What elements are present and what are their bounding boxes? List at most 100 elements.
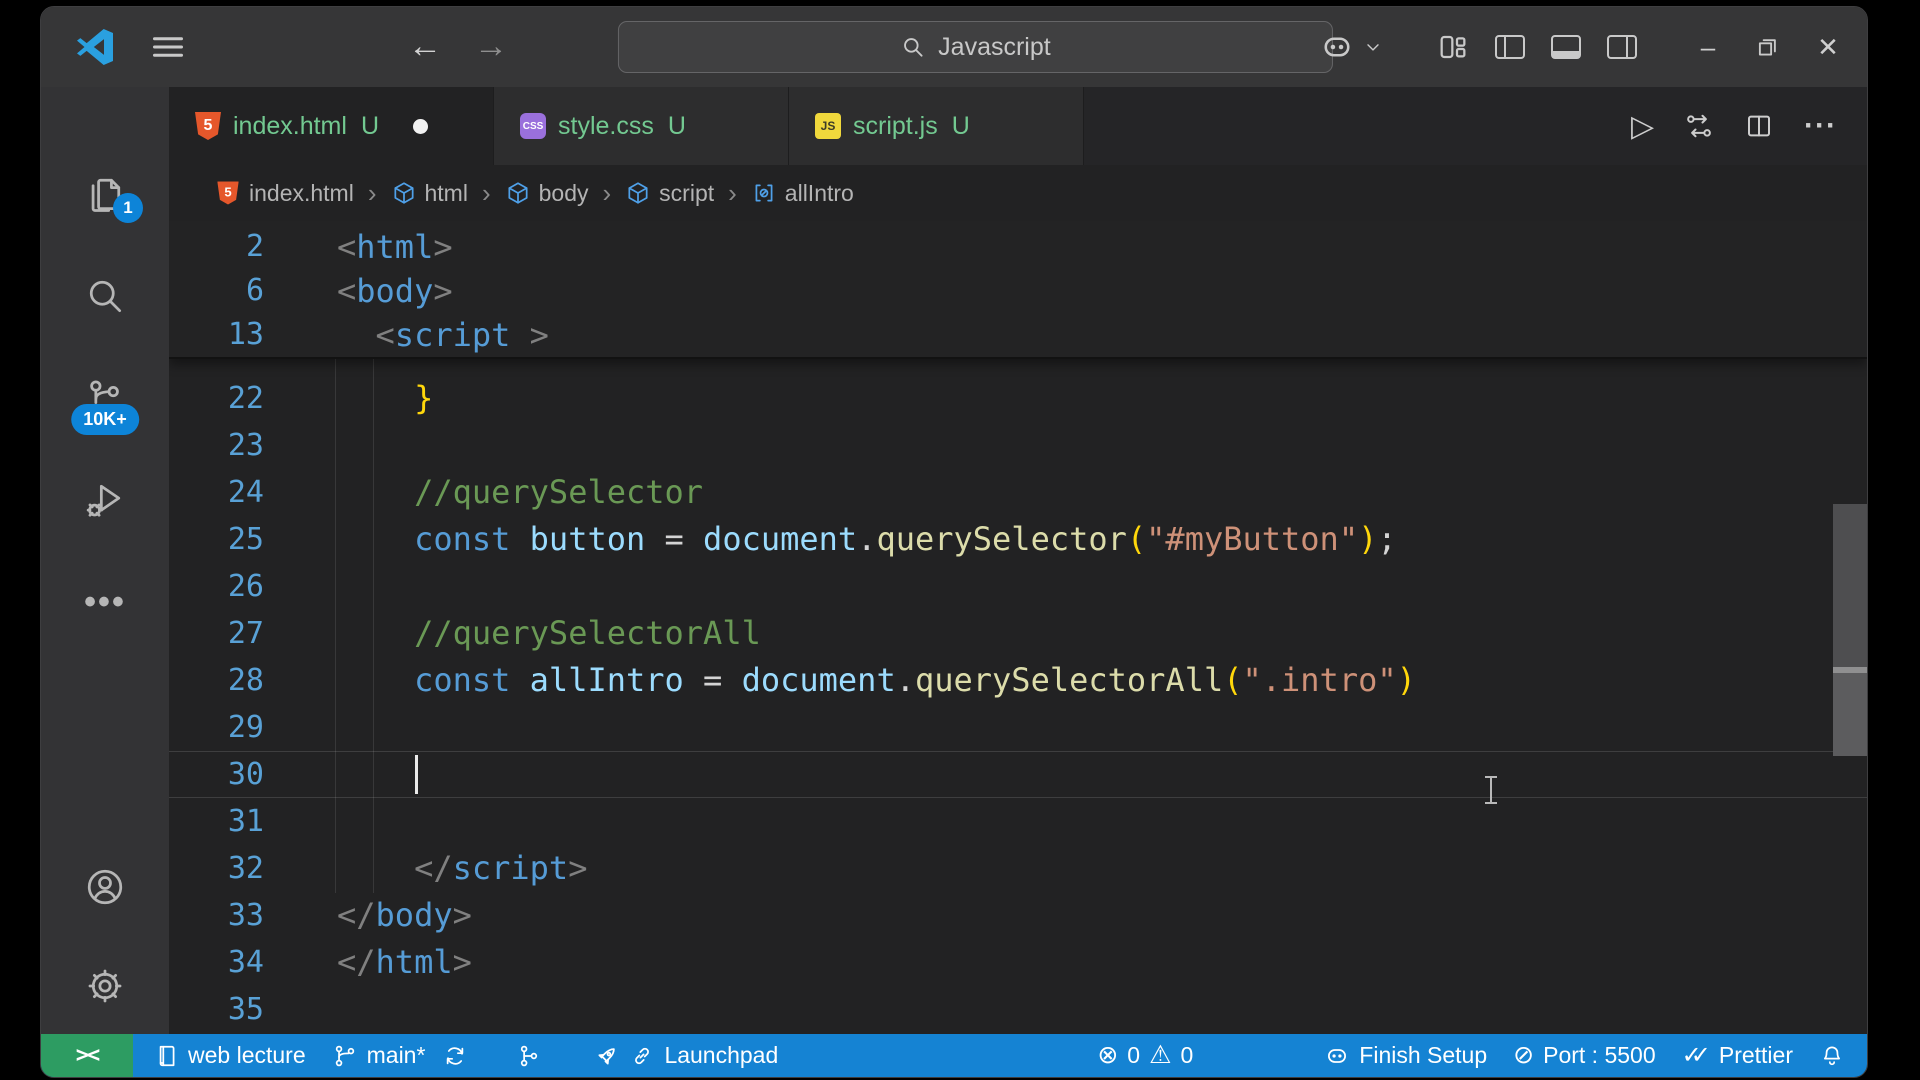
search-button[interactable] bbox=[41, 245, 169, 347]
split-editor-icon[interactable] bbox=[1744, 111, 1774, 141]
git-branch-item[interactable]: main* bbox=[319, 1034, 430, 1077]
code-line[interactable]: 22 } bbox=[169, 375, 1867, 422]
code-line[interactable]: 23 bbox=[169, 422, 1867, 469]
editor[interactable]: 2<html>6<body>13 <script > 22 }2324 //qu… bbox=[169, 221, 1867, 1034]
line-content: //querySelector bbox=[264, 469, 703, 516]
live-server-port-item[interactable]: ⊘ Port : 5500 bbox=[1500, 1034, 1668, 1077]
breadcrumb: 5 index.html › html › body › script bbox=[169, 165, 1867, 221]
line-number: 26 bbox=[169, 563, 264, 610]
command-search-input[interactable]: Javascript bbox=[618, 21, 1333, 73]
html5-icon: 5 bbox=[195, 112, 221, 140]
toggle-sidebar-icon[interactable] bbox=[1495, 35, 1525, 59]
code-line[interactable]: 32 </script> bbox=[169, 845, 1867, 892]
breadcrumb-html[interactable]: html bbox=[391, 180, 468, 207]
sticky-line[interactable]: 13 <script > bbox=[169, 313, 1867, 357]
back-arrow-button[interactable]: ← bbox=[403, 23, 447, 69]
breadcrumb-allintro[interactable]: allIntro bbox=[751, 180, 854, 207]
double-check-icon: ✓✓ bbox=[1682, 1041, 1710, 1070]
line-content bbox=[264, 986, 337, 1033]
line-content: </html> bbox=[264, 939, 472, 986]
breadcrumb-file[interactable]: 5 index.html bbox=[215, 179, 354, 207]
account-button[interactable] bbox=[41, 836, 169, 938]
toggle-secondary-sidebar-icon[interactable] bbox=[1607, 35, 1637, 59]
line-number: 22 bbox=[169, 375, 264, 422]
warning-icon: ⚠ bbox=[1149, 1043, 1171, 1068]
explorer-button[interactable]: 1 bbox=[41, 143, 169, 245]
line-number: 24 bbox=[169, 469, 264, 516]
tab-script-js[interactable]: JS script.js U bbox=[789, 87, 1084, 165]
line-content: </body> bbox=[264, 892, 472, 939]
symbol-module-icon bbox=[391, 180, 417, 206]
link-icon bbox=[629, 1043, 655, 1069]
tab-style-css[interactable]: CSS style.css U bbox=[494, 87, 789, 165]
line-content bbox=[264, 704, 337, 751]
code-line[interactable]: 34</html> bbox=[169, 939, 1867, 986]
tab-index-html[interactable]: 5 index.html U bbox=[169, 87, 494, 165]
problems-item[interactable]: ⊗ 0 ⚠ 0 bbox=[1084, 1034, 1206, 1077]
open-changes-icon[interactable] bbox=[1684, 111, 1714, 141]
line-content: <html> bbox=[264, 225, 453, 269]
git-status-badge: U bbox=[952, 112, 970, 141]
git-graph-button[interactable] bbox=[503, 1034, 555, 1077]
code-line[interactable]: 25 const button = document.querySelector… bbox=[169, 516, 1867, 563]
line-number: 23 bbox=[169, 422, 264, 469]
forward-arrow-button[interactable]: → bbox=[469, 23, 513, 69]
slash-circle-icon: ⊘ bbox=[1513, 1043, 1534, 1068]
line-number: 35 bbox=[169, 986, 264, 1033]
ellipsis-icon: ••• bbox=[84, 583, 126, 622]
remote-indicator[interactable]: >< bbox=[41, 1034, 133, 1077]
breadcrumb-script[interactable]: script bbox=[625, 180, 714, 207]
prettier-item[interactable]: ✓✓ Prettier bbox=[1669, 1034, 1806, 1077]
search-icon bbox=[900, 34, 926, 60]
line-number: 28 bbox=[169, 657, 264, 704]
copilot-icon bbox=[1324, 1043, 1350, 1069]
debug-icon bbox=[83, 478, 127, 522]
settings-button[interactable] bbox=[41, 938, 169, 1034]
line-number: 33 bbox=[169, 892, 264, 939]
code-line[interactable]: 29 bbox=[169, 704, 1867, 751]
line-content: //querySelectorAll bbox=[264, 610, 761, 657]
source-control-badge: 10K+ bbox=[71, 404, 139, 435]
sticky-scroll: 2<html>6<body>13 <script > bbox=[169, 221, 1867, 359]
line-content bbox=[264, 751, 337, 798]
code-line[interactable]: 30 bbox=[169, 751, 1867, 798]
vscode-window: ← → Javascript bbox=[40, 6, 1868, 1078]
restore-button[interactable] bbox=[1751, 32, 1785, 62]
line-content: <body> bbox=[264, 269, 453, 313]
line-number: 2 bbox=[169, 225, 264, 269]
code-line[interactable]: 31 bbox=[169, 798, 1867, 845]
minimize-button[interactable]: – bbox=[1691, 32, 1725, 63]
additional-views-button[interactable]: ••• bbox=[41, 551, 169, 653]
code-line[interactable]: 27 //querySelectorAll bbox=[169, 610, 1867, 657]
code-line[interactable]: 28 const allIntro = document.querySelect… bbox=[169, 657, 1867, 704]
titlebar: ← → Javascript bbox=[41, 7, 1867, 87]
modified-dot-icon[interactable] bbox=[413, 119, 428, 134]
more-actions-button[interactable]: ··· bbox=[1804, 109, 1837, 143]
sticky-line[interactable]: 2<html> bbox=[169, 225, 1867, 269]
menu-icon[interactable] bbox=[149, 29, 187, 65]
code-line[interactable]: 24 //querySelector bbox=[169, 469, 1867, 516]
copilot-icon bbox=[1319, 29, 1355, 65]
line-content: </script> bbox=[264, 845, 587, 892]
run-file-button[interactable]: ▷ bbox=[1631, 109, 1654, 144]
customize-layout-icon[interactable] bbox=[1437, 31, 1469, 63]
branch-icon bbox=[332, 1043, 358, 1069]
launchpad-item[interactable]: Launchpad bbox=[581, 1034, 791, 1077]
scrollbar-thumb-lower[interactable] bbox=[1833, 673, 1867, 756]
sync-button[interactable] bbox=[429, 1034, 481, 1077]
js-icon: JS bbox=[815, 113, 841, 139]
explorer-badge: 1 bbox=[113, 193, 143, 223]
breadcrumb-body[interactable]: body bbox=[505, 180, 589, 207]
code-line[interactable]: 35 bbox=[169, 986, 1867, 1033]
copilot-button[interactable] bbox=[1319, 29, 1383, 65]
copilot-setup-item[interactable]: Finish Setup bbox=[1311, 1034, 1500, 1077]
code-line[interactable]: 33</body> bbox=[169, 892, 1867, 939]
toggle-panel-icon[interactable] bbox=[1551, 35, 1581, 59]
notifications-button[interactable] bbox=[1806, 1034, 1867, 1077]
source-control-button[interactable]: 10K+ bbox=[41, 347, 169, 449]
workspace-item[interactable]: web lecture bbox=[133, 1034, 319, 1077]
close-button[interactable]: ✕ bbox=[1811, 32, 1845, 63]
run-debug-button[interactable] bbox=[41, 449, 169, 551]
sticky-line[interactable]: 6<body> bbox=[169, 269, 1867, 313]
code-line[interactable]: 26 bbox=[169, 563, 1867, 610]
